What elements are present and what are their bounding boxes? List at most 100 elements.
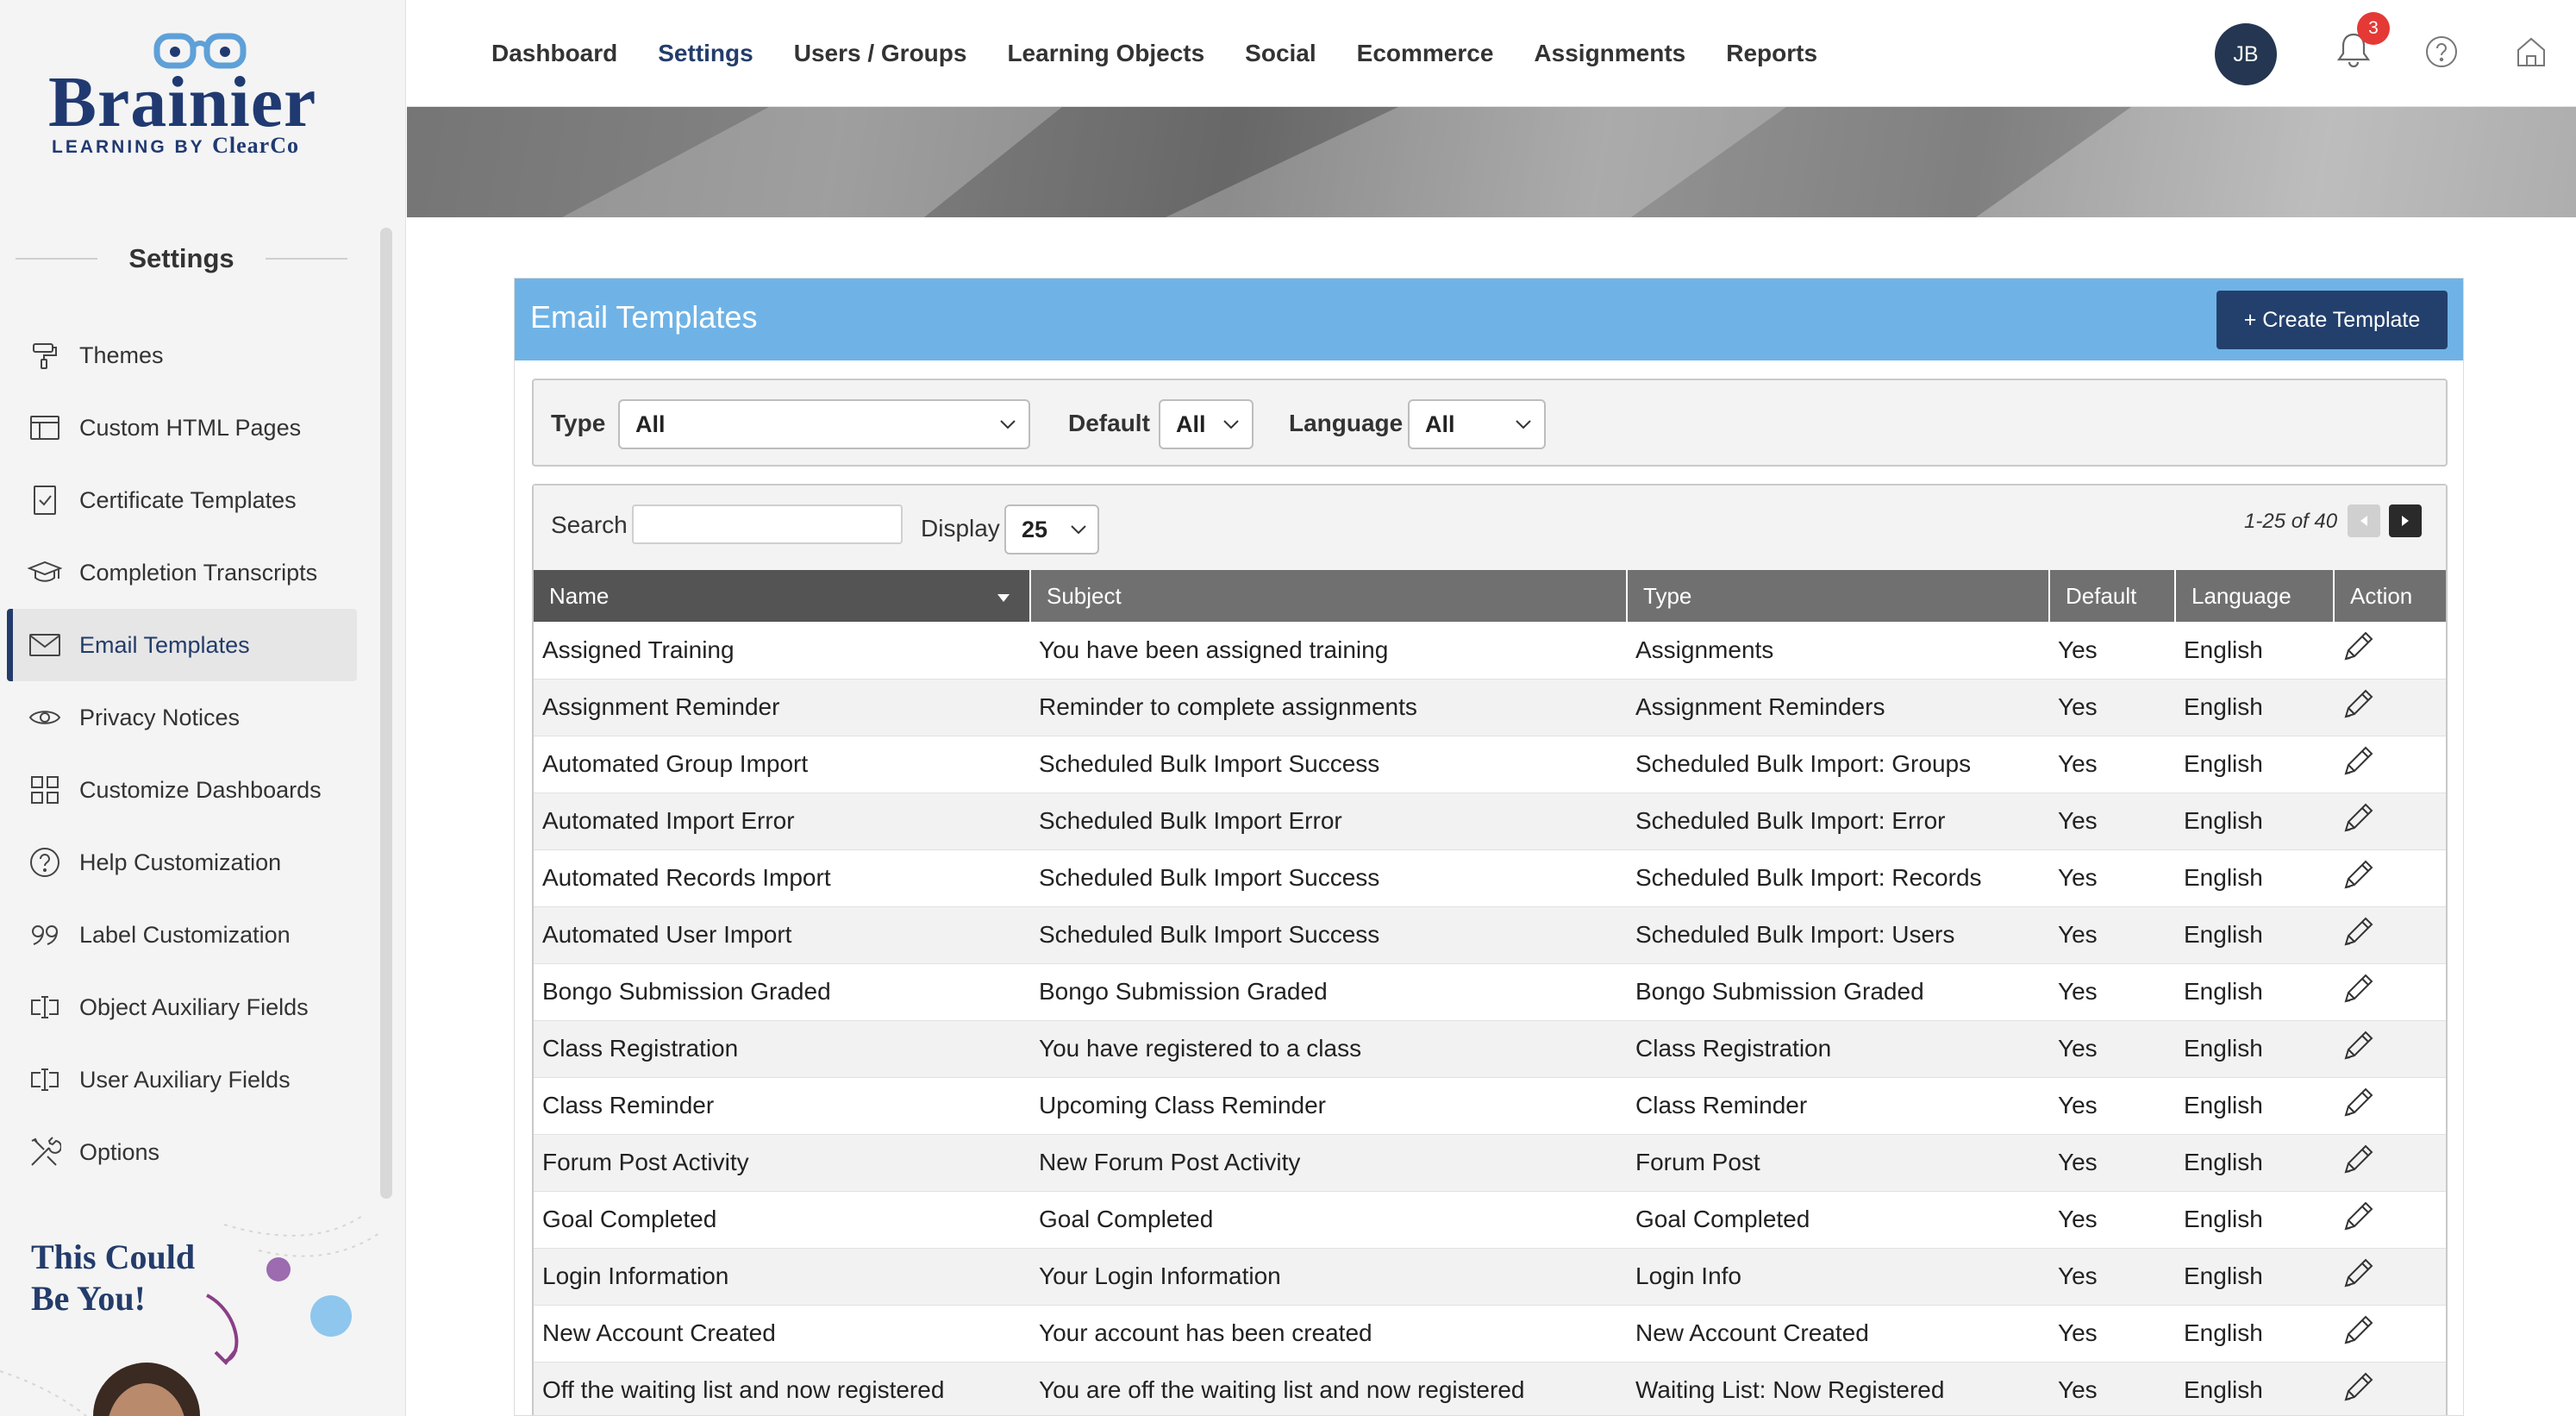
menu-settings[interactable]: Settings	[658, 40, 753, 67]
column-header-type[interactable]: Type	[1627, 570, 2050, 622]
sidebar-item-themes[interactable]: Themes	[7, 319, 357, 392]
edit-pencil-icon[interactable]	[2341, 1200, 2375, 1234]
email-templates-panel: Email Templates + Create Template Type A…	[514, 278, 2464, 1416]
column-header-default[interactable]: Default	[2049, 570, 2176, 622]
main-menu: Dashboard Settings Users / Groups Learni…	[491, 0, 1817, 107]
table-row[interactable]: New Account Created Your account has been…	[534, 1305, 2446, 1363]
edit-pencil-icon[interactable]	[2341, 801, 2375, 836]
menu-learning-objects[interactable]: Learning Objects	[1007, 40, 1204, 67]
cell-action	[2334, 1191, 2446, 1249]
home-icon[interactable]	[2515, 34, 2548, 69]
menu-users-groups[interactable]: Users / Groups	[794, 40, 967, 67]
cell-default: Yes	[2049, 679, 2175, 736]
divider	[265, 258, 348, 260]
caret-left-icon	[2360, 516, 2367, 526]
edit-pencil-icon[interactable]	[2341, 1256, 2375, 1291]
cell-subject: Your account has been created	[1030, 1305, 1627, 1363]
cell-default: Yes	[2049, 622, 2175, 680]
chevron-down-icon	[1071, 525, 1086, 535]
table-row[interactable]: Automated Records Import Scheduled Bulk I…	[534, 849, 2446, 907]
cell-name: Off the waiting list and now registered	[534, 1362, 1030, 1415]
cell-name: Login Information	[534, 1248, 1030, 1306]
column-header-name[interactable]: Name	[534, 570, 1031, 622]
brand-logo[interactable]: Brainier LEARNING BY ClearCo	[48, 26, 359, 164]
sidebar-item-custom-html-pages[interactable]: Custom HTML Pages	[7, 392, 357, 464]
default-filter-select[interactable]: All	[1159, 399, 1254, 449]
sidebar-item-privacy-notices[interactable]: Privacy Notices	[7, 681, 357, 754]
sidebar-item-customize-dashboards[interactable]: Customize Dashboards	[7, 754, 357, 826]
edit-pencil-icon[interactable]	[2341, 744, 2375, 779]
edit-pencil-icon[interactable]	[2341, 1143, 2375, 1177]
column-header-language[interactable]: Language	[2175, 570, 2335, 622]
table-row[interactable]: Automated Group Import Scheduled Bulk Imp…	[534, 736, 2446, 793]
cell-name: Assigned Training	[534, 622, 1030, 680]
help-icon[interactable]	[2424, 34, 2459, 69]
sidebar-item-label-customization[interactable]: Label Customization	[7, 899, 357, 971]
edit-pencil-icon[interactable]	[2341, 687, 2375, 722]
table-row[interactable]: Assignment Reminder Reminder to complete …	[534, 679, 2446, 736]
chevron-down-icon	[1516, 420, 1531, 429]
sidebar-item-user-auxiliary-fields[interactable]: User Auxiliary Fields	[7, 1043, 357, 1116]
table-row[interactable]: Goal Completed Goal Completed Goal Complet…	[534, 1191, 2446, 1249]
type-filter-label: Type	[551, 410, 606, 436]
menu-reports[interactable]: Reports	[1726, 40, 1817, 67]
edit-pencil-icon[interactable]	[2341, 1086, 2375, 1120]
create-template-button[interactable]: + Create Template	[2216, 291, 2448, 349]
table-row[interactable]: Login Information Your Login Information L…	[534, 1248, 2446, 1306]
edit-pencil-icon[interactable]	[2341, 972, 2375, 1006]
language-filter-select[interactable]: All	[1408, 399, 1546, 449]
cell-default: Yes	[2049, 1134, 2175, 1192]
table-row[interactable]: Class Registration You have registered to…	[534, 1020, 2446, 1078]
edit-pencil-icon[interactable]	[2341, 1313, 2375, 1348]
cell-name: Class Registration	[534, 1020, 1030, 1078]
language-filter-label: Language	[1289, 410, 1404, 436]
cell-language: English	[2175, 622, 2334, 680]
menu-social[interactable]: Social	[1245, 40, 1316, 67]
language-filter-value: All	[1425, 410, 1455, 437]
sidebar-item-label: Help Customization	[79, 849, 282, 875]
sidebar-item-options[interactable]: Options	[7, 1116, 357, 1188]
browser-window-icon	[28, 410, 62, 445]
cell-type: Scheduled Bulk Import: Error	[1627, 793, 2049, 850]
menu-dashboard[interactable]: Dashboard	[491, 40, 617, 67]
edit-pencil-icon[interactable]	[2341, 1029, 2375, 1063]
sidebar-item-object-auxiliary-fields[interactable]: Object Auxiliary Fields	[7, 971, 357, 1043]
table-row[interactable]: Bongo Submission Graded Bongo Submission …	[534, 963, 2446, 1021]
table-row[interactable]: Off the waiting list and now registered Y…	[534, 1362, 2446, 1415]
table-row[interactable]: Automated Import Error Scheduled Bulk Imp…	[534, 793, 2446, 850]
edit-pencil-icon[interactable]	[2341, 858, 2375, 893]
sidebar-item-help-customization[interactable]: Help Customization	[7, 826, 357, 899]
table-row[interactable]: Assigned Training You have been assigned …	[534, 622, 2446, 680]
sidebar-scrollbar[interactable]	[380, 228, 392, 1199]
cell-type: Scheduled Bulk Import: Records	[1627, 849, 2049, 907]
type-filter-select[interactable]: All	[618, 399, 1030, 449]
promo-banner: This Could Be You!	[0, 1216, 379, 1416]
edit-pencil-icon[interactable]	[2341, 630, 2375, 664]
dashboard-grid-icon	[28, 773, 62, 807]
cell-language: English	[2175, 1305, 2334, 1363]
search-input[interactable]	[632, 504, 903, 544]
menu-ecommerce[interactable]: Ecommerce	[1357, 40, 1494, 67]
display-count-select[interactable]: 25	[1004, 504, 1099, 554]
envelope-icon	[28, 628, 62, 662]
template-list: Search Display 25 1-25 of 40 Name Subjec…	[532, 484, 2448, 1415]
edit-pencil-icon[interactable]	[2341, 915, 2375, 949]
table-row[interactable]: Automated User Import Scheduled Bulk Impo…	[534, 906, 2446, 964]
cell-action	[2334, 1020, 2446, 1078]
column-header-subject[interactable]: Subject	[1030, 570, 1628, 622]
table-row[interactable]: Forum Post Activity New Forum Post Activi…	[534, 1134, 2446, 1192]
sidebar-item-email-templates[interactable]: Email Templates	[7, 609, 357, 681]
sidebar-item-certificate-templates[interactable]: Certificate Templates	[7, 464, 357, 536]
table-row[interactable]: Class Reminder Upcoming Class Reminder Cla…	[534, 1077, 2446, 1135]
cell-subject: Scheduled Bulk Import Success	[1030, 906, 1627, 964]
sidebar-item-completion-transcripts[interactable]: Completion Transcripts	[7, 536, 357, 609]
cell-type: Assignments	[1627, 622, 2049, 680]
filter-bar: Type All Default All Language All	[532, 379, 2448, 467]
next-page-button[interactable]	[2389, 504, 2422, 537]
user-avatar[interactable]: JB	[2215, 23, 2277, 85]
table-body: Assigned Training You have been assigned …	[534, 622, 2446, 1415]
menu-assignments[interactable]: Assignments	[1534, 40, 1685, 67]
prev-page-button[interactable]	[2348, 504, 2380, 537]
edit-pencil-icon[interactable]	[2341, 1370, 2375, 1405]
cell-subject: Bongo Submission Graded	[1030, 963, 1627, 1021]
